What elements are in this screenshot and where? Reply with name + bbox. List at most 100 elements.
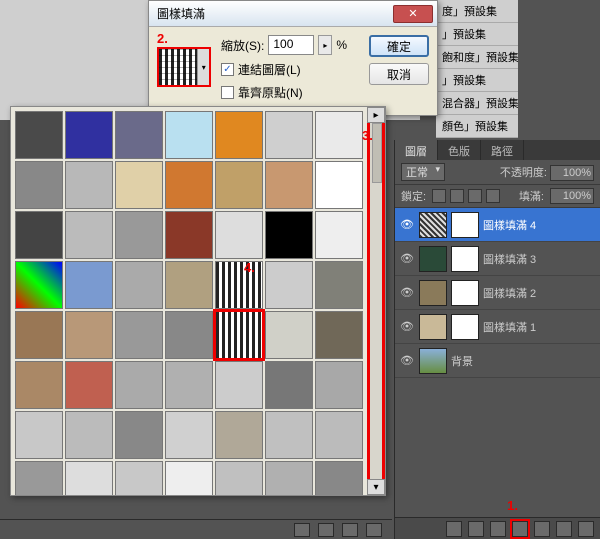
pattern-swatch[interactable]	[315, 211, 363, 259]
visibility-icon[interactable]: 👁	[399, 252, 415, 266]
preset-item[interactable]: 混合器」預設集	[436, 92, 518, 115]
visibility-icon[interactable]: 👁	[399, 354, 415, 368]
pattern-swatch[interactable]	[265, 211, 313, 259]
grid-menu-icon[interactable]: ▸	[367, 107, 385, 123]
layer-name[interactable]: 背景	[451, 353, 596, 369]
visibility-icon[interactable]: 👁	[399, 320, 415, 334]
pattern-swatch[interactable]	[165, 261, 213, 309]
pattern-swatch[interactable]	[215, 411, 263, 459]
layer-mask-thumbnail[interactable]	[451, 280, 479, 306]
layer-name[interactable]: 圖樣填滿 3	[483, 251, 596, 267]
pattern-swatch[interactable]	[65, 211, 113, 259]
blend-mode-select[interactable]: 正常	[401, 163, 445, 181]
pattern-swatch[interactable]	[65, 261, 113, 309]
visibility-icon[interactable]: 👁	[399, 286, 415, 300]
preset-item[interactable]: 」預設集	[436, 69, 518, 92]
close-button[interactable]: ✕	[393, 5, 433, 23]
pattern-swatch[interactable]	[115, 411, 163, 459]
pattern-swatch[interactable]	[65, 461, 113, 495]
pattern-swatch[interactable]	[115, 211, 163, 259]
adjustment-layer-icon[interactable]	[512, 521, 528, 537]
pattern-swatch[interactable]	[115, 461, 163, 495]
pattern-swatch[interactable]	[65, 361, 113, 409]
pattern-swatch[interactable]	[265, 411, 313, 459]
pattern-swatch[interactable]	[165, 161, 213, 209]
layer-thumbnail[interactable]	[419, 348, 447, 374]
fx-icon[interactable]	[468, 521, 484, 537]
pattern-swatch[interactable]	[315, 411, 363, 459]
lock-all-icon[interactable]	[486, 189, 500, 203]
visibility-icon[interactable]: 👁	[399, 218, 415, 232]
pattern-swatch[interactable]	[215, 261, 263, 309]
lock-position-icon[interactable]	[468, 189, 482, 203]
layer-row[interactable]: 👁 圖樣填滿 3	[395, 242, 600, 276]
fill-value[interactable]: 100%	[550, 188, 594, 204]
pattern-swatch[interactable]	[215, 161, 263, 209]
layer-mask-thumbnail[interactable]	[451, 246, 479, 272]
group-icon[interactable]	[534, 521, 550, 537]
pattern-swatch[interactable]	[15, 161, 63, 209]
pattern-swatch[interactable]	[15, 461, 63, 495]
pattern-swatch[interactable]	[265, 161, 313, 209]
pattern-swatch[interactable]	[165, 411, 213, 459]
scale-spinner[interactable]: ▸	[318, 35, 332, 55]
chevron-down-icon[interactable]: ▾	[197, 49, 209, 85]
link-layers-icon[interactable]	[446, 521, 462, 537]
preset-item[interactable]: 度」預設集	[436, 0, 518, 23]
layer-mask-thumbnail[interactable]	[451, 314, 479, 340]
tab-layers[interactable]: 圖層	[395, 140, 438, 160]
pattern-swatch[interactable]	[165, 361, 213, 409]
pattern-swatch[interactable]	[115, 311, 163, 359]
pattern-swatch[interactable]	[315, 111, 363, 159]
layer-row[interactable]: 👁 圖樣填滿 2	[395, 276, 600, 310]
tab-paths[interactable]: 路徑	[481, 140, 524, 160]
layer-thumbnail[interactable]	[419, 212, 447, 238]
pattern-swatch[interactable]	[265, 361, 313, 409]
layer-mask-thumbnail[interactable]	[451, 212, 479, 238]
pattern-swatch[interactable]	[65, 161, 113, 209]
pattern-swatch[interactable]	[15, 111, 63, 159]
pattern-scrollbar[interactable]	[367, 123, 385, 479]
layer-row[interactable]: 👁 背景	[395, 344, 600, 378]
pattern-swatch[interactable]	[315, 161, 363, 209]
pattern-swatch[interactable]	[15, 361, 63, 409]
preset-item[interactable]: 飽和度」預設集	[436, 46, 518, 69]
pattern-swatch[interactable]	[315, 461, 363, 495]
pattern-swatch[interactable]	[265, 311, 313, 359]
layer-thumbnail[interactable]	[419, 280, 447, 306]
tab-channels[interactable]: 色版	[438, 140, 481, 160]
delete-layer-icon[interactable]	[578, 521, 594, 537]
status-icon[interactable]	[366, 523, 382, 537]
layer-row[interactable]: 👁圖樣填滿 1	[395, 310, 600, 344]
pattern-swatch[interactable]	[215, 111, 263, 159]
pattern-swatch[interactable]	[265, 261, 313, 309]
pattern-swatch[interactable]	[15, 211, 63, 259]
pattern-picker[interactable]: ▾	[157, 47, 211, 87]
pattern-swatch[interactable]	[165, 461, 213, 495]
lock-transparent-icon[interactable]	[432, 189, 446, 203]
layer-name[interactable]: 圖樣填滿 4	[483, 217, 596, 233]
opacity-value[interactable]: 100%	[550, 165, 594, 181]
cancel-button[interactable]: 取消	[369, 63, 429, 85]
layer-thumbnail[interactable]	[419, 314, 447, 340]
link-layers-checkbox[interactable]: ✓	[221, 63, 234, 76]
pattern-swatch[interactable]	[115, 261, 163, 309]
pattern-swatch[interactable]	[265, 461, 313, 495]
pattern-swatch[interactable]	[315, 311, 363, 359]
scroll-down-icon[interactable]: ▾	[367, 479, 385, 495]
scale-input[interactable]: 100	[268, 35, 314, 55]
preset-item[interactable]: 」預設集	[436, 23, 518, 46]
pattern-swatch[interactable]	[65, 111, 113, 159]
pattern-swatch[interactable]	[15, 311, 63, 359]
mask-icon[interactable]	[490, 521, 506, 537]
pattern-swatch[interactable]	[165, 111, 213, 159]
pattern-swatch[interactable]	[65, 311, 113, 359]
pattern-swatch[interactable]	[15, 411, 63, 459]
new-layer-icon[interactable]	[556, 521, 572, 537]
preset-item[interactable]: 顏色」預設集	[436, 115, 518, 138]
status-icon[interactable]	[318, 523, 334, 537]
layer-thumbnail[interactable]	[419, 246, 447, 272]
pattern-swatch[interactable]	[115, 111, 163, 159]
pattern-swatch[interactable]	[265, 111, 313, 159]
layer-name[interactable]: 圖樣填滿 2	[483, 285, 596, 301]
